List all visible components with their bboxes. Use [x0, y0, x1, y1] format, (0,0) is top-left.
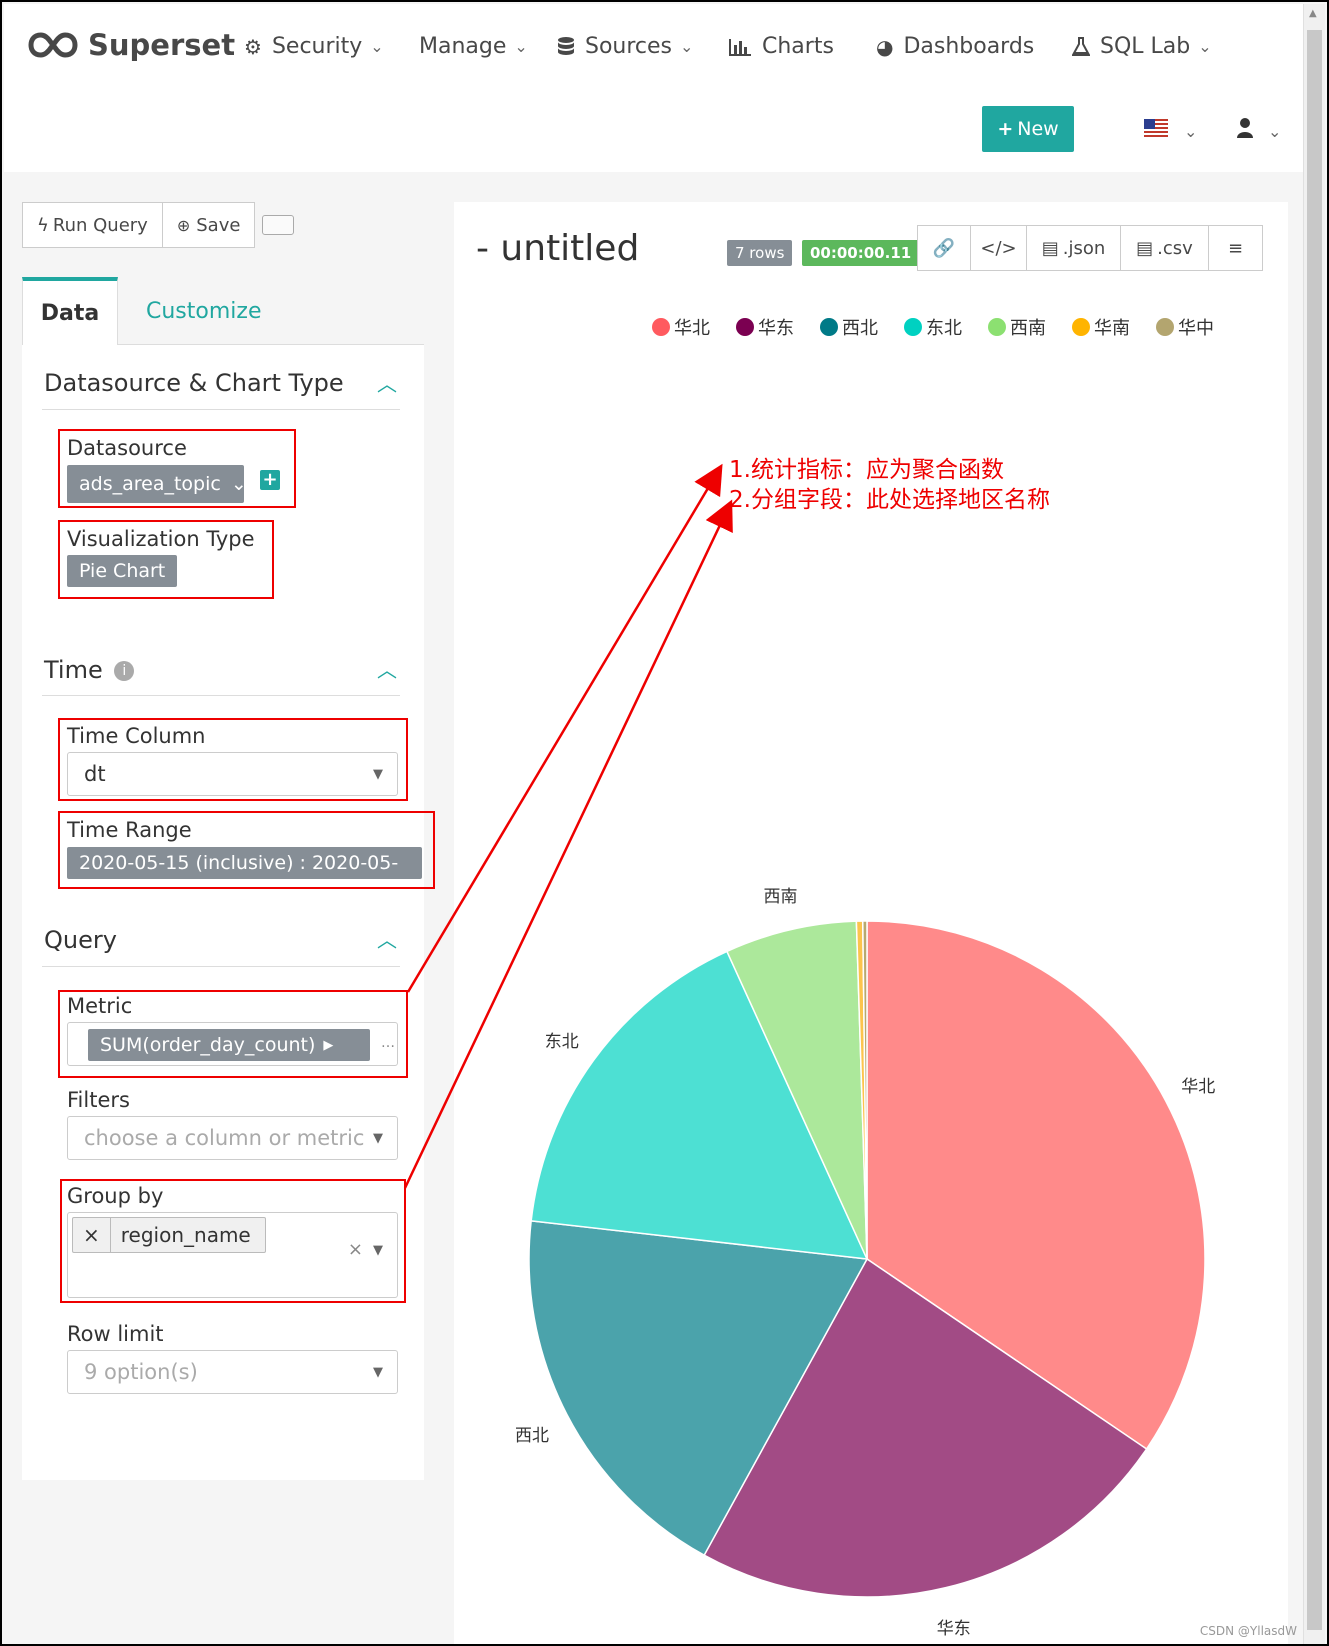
app-window: Superset ⚙ Security ⌄ Manage ⌄ Sources ⌄	[0, 0, 1329, 1646]
watermark: CSDN @YllasdW	[1199, 1624, 1297, 1638]
scrollbar[interactable]: ▲	[1303, 4, 1325, 1644]
scroll-thumb[interactable]	[1307, 30, 1322, 1630]
arrow-metric	[406, 463, 723, 993]
annotation-arrows	[403, 463, 733, 1189]
scroll-up-icon[interactable]: ▲	[1309, 8, 1317, 19]
arrow-groupby	[403, 499, 733, 1189]
